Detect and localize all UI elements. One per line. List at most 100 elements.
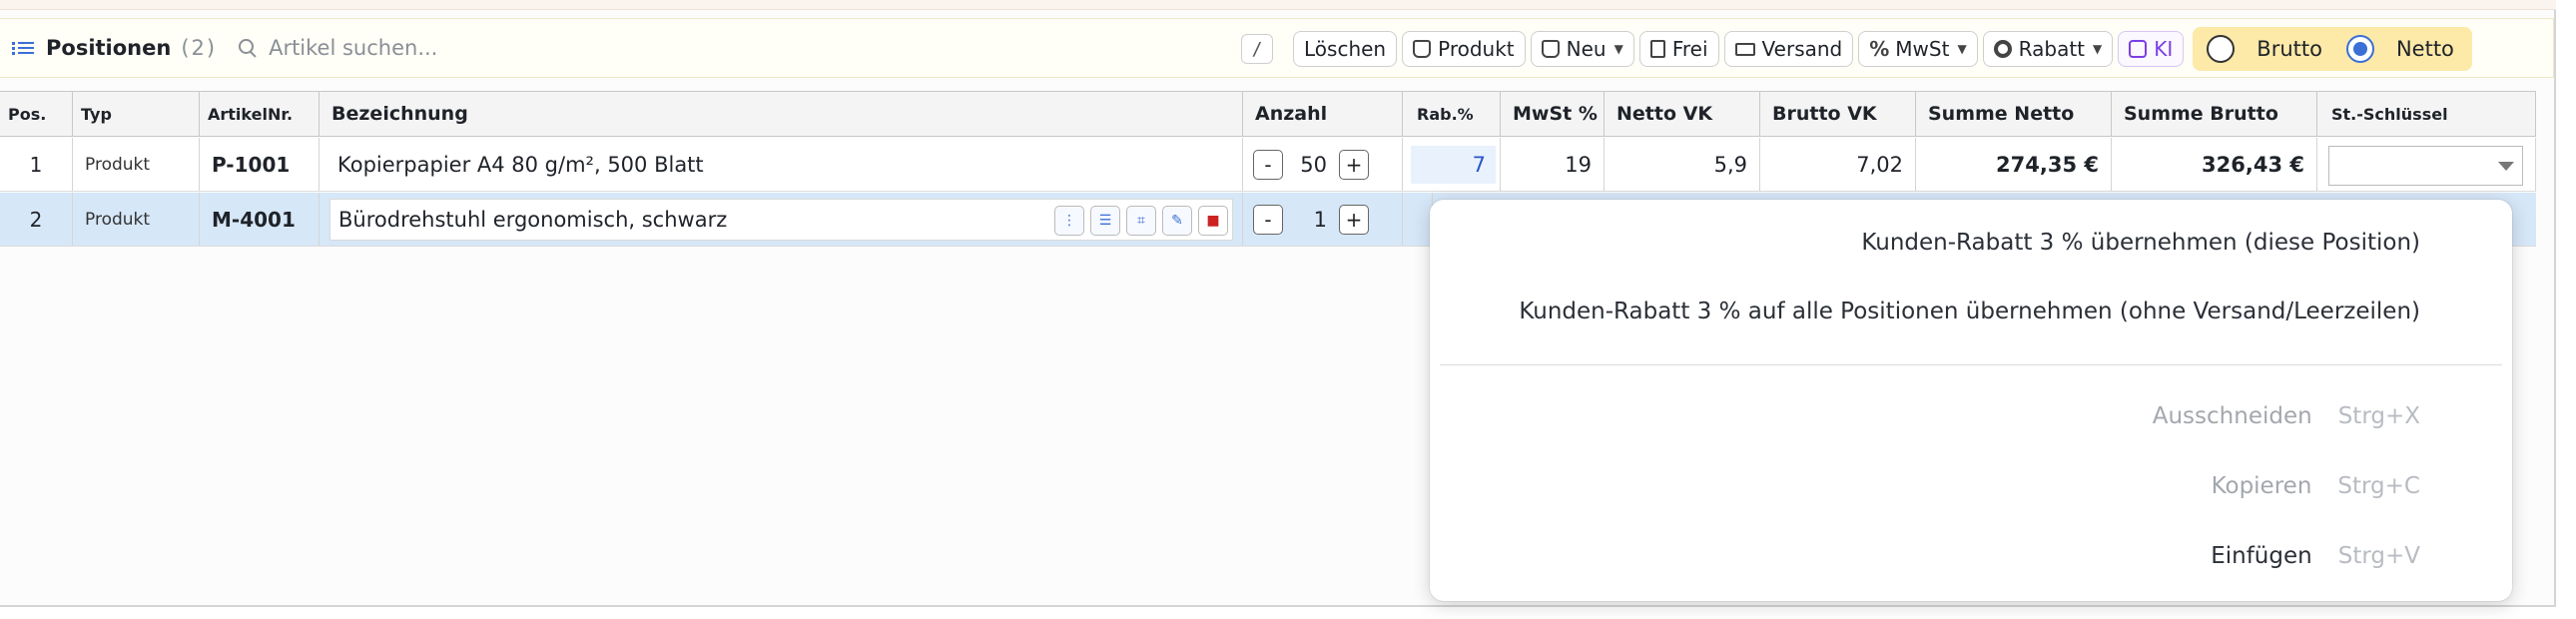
menu-copy-label: Kopieren <box>2211 473 2312 499</box>
menu-item-discount-all-positions[interactable]: Kunden-Rabatt 3 % auf alle Positionen üb… <box>1519 299 2420 324</box>
row-anzahl-cell: - 1 + <box>1243 193 1403 246</box>
add-product-label: Produkt <box>1438 37 1515 61</box>
new-button-label: Neu <box>1566 37 1607 61</box>
row-actions: ⋮ ☰ ⌗ ✎ ■ <box>1054 206 1234 236</box>
positions-count: (2) <box>181 36 218 60</box>
table-header: Pos. Typ ArtikelNr. Bezeichnung Anzahl R… <box>0 91 2536 137</box>
list-detail-icon[interactable]: ☰ <box>1090 206 1120 236</box>
row-typ: Produkt <box>73 138 200 191</box>
row-anzahl-cell: - 50 + <box>1243 138 1403 191</box>
search-icon <box>239 39 257 57</box>
edit-pencil-icon[interactable]: ✎ <box>1162 206 1192 236</box>
positions-toolbar: Positionen (2) / Löschen Produkt Neu ▼ <box>0 18 2554 78</box>
article-search <box>239 36 769 60</box>
menu-paste-label: Einfügen <box>2211 543 2312 569</box>
row-summe-netto: 274,35 € <box>1916 138 2112 191</box>
header-pos[interactable]: Pos. <box>0 92 73 136</box>
row-artnr: P-1001 <box>200 138 320 191</box>
menu-item-copy[interactable]: Kopieren Strg+C <box>2212 473 2420 499</box>
row-brutto-vk[interactable]: 7,02 <box>1760 138 1916 191</box>
delete-button[interactable]: Löschen <box>1293 31 1398 67</box>
drag-handle-icon[interactable]: ⋮ <box>1054 206 1084 236</box>
gross-radio[interactable] <box>2207 35 2236 63</box>
header-typ[interactable]: Typ <box>73 92 200 136</box>
net-label: Netto <box>2395 37 2454 61</box>
context-menu: Kunden-Rabatt 3 % übernehmen (diese Posi… <box>1430 200 2512 601</box>
header-artnr[interactable]: ArtikelNr. <box>200 92 320 136</box>
new-product-icon <box>1541 40 1560 58</box>
header-summe-netto[interactable]: Summe Netto <box>1916 92 2112 136</box>
header-steuerschluessel[interactable]: St.-Schlüssel <box>2317 92 2536 136</box>
menu-paste-shortcut: Strg+V <box>2337 543 2420 569</box>
decrement-button[interactable]: - <box>1253 204 1283 235</box>
top-strip <box>0 0 2556 10</box>
chevron-down-icon: ▼ <box>1957 42 1967 56</box>
vat-dropdown-button[interactable]: % MwSt ▼ <box>1858 31 1978 67</box>
delete-button-label: Löschen <box>1304 37 1387 61</box>
chevron-down-icon: ▼ <box>1613 42 1623 56</box>
chevron-down-icon: ▼ <box>2093 42 2103 56</box>
header-anzahl[interactable]: Anzahl <box>1243 92 1403 136</box>
list-icon <box>12 40 34 56</box>
net-radio[interactable] <box>2345 35 2374 63</box>
row-bezeichnung[interactable]: Kopierpapier A4 80 g/m², 500 Blatt <box>320 138 1243 191</box>
menu-item-cut[interactable]: Ausschneiden Strg+X <box>2153 403 2420 429</box>
header-summe-brutto[interactable]: Summe Brutto <box>2112 92 2317 136</box>
header-mwst[interactable]: MwSt % <box>1501 92 1605 136</box>
row-rabatt-cell <box>1403 193 1433 246</box>
row-artnr: M-4001 <box>200 193 320 246</box>
increment-button[interactable]: + <box>1339 149 1369 180</box>
new-dropdown-button[interactable]: Neu ▼ <box>1530 31 1634 67</box>
table-row[interactable]: 1 Produkt P-1001 Kopierpapier A4 80 g/m²… <box>0 138 2536 192</box>
increment-button[interactable]: + <box>1339 204 1369 235</box>
vat-label: MwSt <box>1895 37 1950 61</box>
free-line-label: Frei <box>1671 37 1708 61</box>
menu-copy-shortcut: Strg+C <box>2337 473 2420 499</box>
split-icon[interactable]: ⌗ <box>1126 206 1156 236</box>
dropdown-caret-icon <box>2498 162 2514 171</box>
positions-title: Positionen <box>46 36 172 60</box>
truck-icon <box>1734 42 1755 56</box>
quantity-value[interactable]: 50 <box>1283 153 1339 177</box>
decrement-button[interactable]: - <box>1253 149 1283 180</box>
menu-cut-shortcut: Strg+X <box>2337 403 2420 429</box>
trash-icon[interactable]: ■ <box>1198 206 1228 236</box>
row-pos: 1 <box>0 138 73 191</box>
percent-icon: % <box>1869 37 1890 61</box>
search-shortcut-hint: / <box>1241 34 1273 64</box>
header-rabatt[interactable]: Rab.% <box>1403 92 1501 136</box>
toolbar-left: Positionen (2) <box>12 19 769 77</box>
quantity-value[interactable]: 1 <box>1283 208 1339 232</box>
ai-button[interactable]: KI <box>2118 31 2185 67</box>
add-product-button[interactable]: Produkt <box>1402 31 1526 67</box>
row-mwst[interactable]: 19 <box>1501 138 1605 191</box>
menu-item-discount-this-position[interactable]: Kunden-Rabatt 3 % übernehmen (diese Posi… <box>1861 230 2420 256</box>
menu-divider <box>1440 364 2502 365</box>
cube-icon <box>1413 40 1432 58</box>
price-mode-toggle: Brutto Netto <box>2193 27 2472 71</box>
robot-icon <box>2129 40 2148 58</box>
header-bezeichnung[interactable]: Bezeichnung <box>320 92 1243 136</box>
document-icon <box>1649 40 1665 58</box>
ai-label: KI <box>2154 37 2174 61</box>
header-netto-vk[interactable]: Netto VK <box>1605 92 1760 136</box>
free-line-button[interactable]: Frei <box>1638 31 1719 67</box>
discount-label: Rabatt <box>2018 37 2086 61</box>
app-window: Positionen (2) / Löschen Produkt Neu ▼ <box>0 0 2576 619</box>
row-pos: 2 <box>0 193 73 246</box>
discount-badge-icon <box>1993 40 2012 58</box>
discount-input[interactable]: 7 <box>1411 146 1496 184</box>
menu-item-paste[interactable]: Einfügen Strg+V <box>2211 543 2420 569</box>
menu-cut-label: Ausschneiden <box>2152 403 2312 429</box>
row-netto-vk[interactable]: 5,9 <box>1605 138 1760 191</box>
gross-label: Brutto <box>2256 37 2322 61</box>
row-typ: Produkt <box>73 193 200 246</box>
shipping-label: Versand <box>1761 37 1843 61</box>
search-input[interactable] <box>269 36 769 60</box>
row-summe-brutto: 326,43 € <box>2112 138 2317 191</box>
header-brutto-vk[interactable]: Brutto VK <box>1760 92 1916 136</box>
shipping-button[interactable]: Versand <box>1723 31 1854 67</box>
toolbar-actions: / Löschen Produkt Neu ▼ Frei Versand % M… <box>1241 27 2472 71</box>
discount-dropdown-button[interactable]: Rabatt ▼ <box>1982 31 2114 67</box>
tax-key-select[interactable] <box>2328 146 2523 186</box>
